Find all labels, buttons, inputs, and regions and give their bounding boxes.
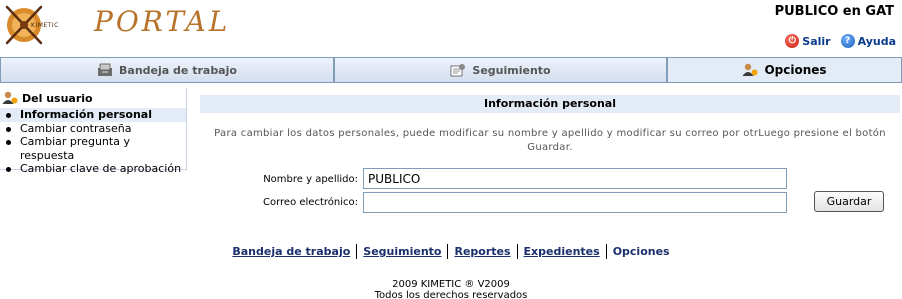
user-options-icon <box>2 91 18 104</box>
sidebar-item-informacion-personal[interactable]: Información personal <box>0 108 186 122</box>
intro-text: Para cambiar los datos personales, puede… <box>214 128 886 153</box>
inbox-tray-icon <box>98 63 113 76</box>
sidebar-title: Del usuario <box>22 91 93 105</box>
copyright-version: 2009 KIMETIC ® V2009 <box>392 279 510 290</box>
sidebar-menu: Información personal Cambiar contraseña … <box>0 108 186 176</box>
logo-text: KIMETIC <box>31 22 59 29</box>
tab-bandeja-label: Bandeja de trabajo <box>119 63 237 77</box>
top-links: ⏻ Salir ? Ayuda <box>785 34 896 48</box>
tab-opciones-label: Opciones <box>764 63 827 77</box>
tab-opciones[interactable]: Opciones <box>667 57 902 82</box>
footer-link-expedientes[interactable]: Expedientes <box>518 245 606 258</box>
kimetic-logo: KIMETIC PORTAL <box>4 3 227 47</box>
logout-link[interactable]: ⏻ Salir <box>785 34 831 48</box>
main-tabs: Bandeja de trabajo Seguimiento Opciones <box>0 57 902 83</box>
footer-link-bandeja[interactable]: Bandeja de trabajo <box>226 245 356 258</box>
email-input[interactable] <box>363 192 787 213</box>
user-sidebar: Del usuario Información personal Cambiar… <box>0 88 187 175</box>
current-user-label: PUBLICO en GAT <box>774 4 894 19</box>
help-link[interactable]: ? Ayuda <box>840 34 896 48</box>
name-label: Nombre y apellido: <box>263 174 358 185</box>
tracking-icon <box>450 64 466 77</box>
sidebar-item-cambiar-contrasena[interactable]: Cambiar contraseña <box>6 122 186 136</box>
sidebar-item-cambiar-clave[interactable]: Cambiar clave de aprobación <box>6 162 186 176</box>
footer-current-opciones: Opciones <box>612 245 670 258</box>
sidebar-item-cambiar-pregunta[interactable]: Cambiar pregunta y respuesta <box>6 135 186 162</box>
name-input[interactable] <box>363 168 787 189</box>
footer-nav: Bandeja de trabajo Seguimiento Reportes … <box>0 244 902 259</box>
email-label: Correo electrónico: <box>263 197 358 208</box>
help-label: Ayuda <box>857 34 896 48</box>
footer-link-seguimiento[interactable]: Seguimiento <box>357 245 447 258</box>
footer-link-reportes[interactable]: Reportes <box>448 245 516 258</box>
portal-title: PORTAL <box>94 5 231 38</box>
power-icon: ⏻ <box>785 34 800 48</box>
sidebar-header: Del usuario <box>0 88 186 108</box>
logout-label: Salir <box>802 34 831 48</box>
user-options-icon <box>742 63 758 76</box>
copyright: 2009 KIMETIC ® V2009 Todos los derechos … <box>0 279 902 299</box>
panel-title: Información personal <box>200 95 900 113</box>
tab-bandeja[interactable]: Bandeja de trabajo <box>0 57 334 82</box>
copyright-rights: Todos los derechos reservados <box>374 290 528 299</box>
page-header: KIMETIC PORTAL PUBLICO en GAT ⏻ Salir ? … <box>0 0 902 56</box>
tab-seguimiento[interactable]: Seguimiento <box>334 57 667 82</box>
tab-seguimiento-label: Seguimiento <box>472 63 551 77</box>
help-icon: ? <box>840 34 855 48</box>
save-button[interactable]: Guardar <box>814 191 884 212</box>
